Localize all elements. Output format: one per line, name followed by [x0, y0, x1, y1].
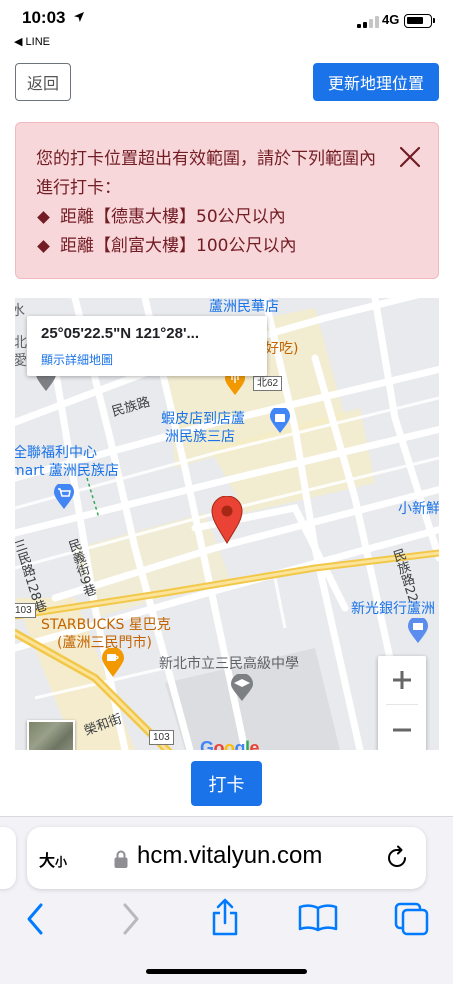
- zoom-in-button[interactable]: [378, 656, 426, 704]
- current-location-pin-icon[interactable]: [211, 496, 243, 544]
- status-bar: 10:03 ◀ LINE 4G: [0, 0, 453, 54]
- update-location-button[interactable]: 更新地理位置: [313, 63, 439, 101]
- safari-toolbar: 大小 hcm.vitalyun.com: [0, 816, 453, 984]
- map-coordinates: 25°05'22.5"N 121°28'...: [41, 325, 200, 342]
- map-label-shrimp-shop-2[interactable]: 洲民族三店: [165, 426, 235, 446]
- cellular-signal-icon: [357, 16, 379, 28]
- lock-icon: [114, 850, 128, 868]
- text-size-button[interactable]: 大小: [39, 847, 67, 871]
- back-button[interactable]: 返回: [15, 63, 71, 101]
- road-shield-103-b: 103: [149, 730, 174, 745]
- school-poi-icon[interactable]: [230, 674, 254, 702]
- minus-icon: [393, 728, 411, 732]
- alert-range-item: 距離【創富大樓】100公尺以內: [36, 232, 296, 261]
- reload-icon[interactable]: [384, 845, 410, 871]
- map-label-edge-3: 愛: [15, 353, 27, 369]
- map-label-starbucks-1[interactable]: STARBUCKS 星巴克: [41, 614, 171, 634]
- punch-in-button[interactable]: 打卡: [191, 761, 262, 806]
- map-label-pxmart-2[interactable]: mart 蘆洲民族店: [15, 460, 119, 480]
- tabs-icon[interactable]: [393, 901, 431, 937]
- out-of-range-alert: 您的打卡位置超出有效範圍，請於下列範圍內進行打卡： 距離【德惠大樓】50公尺以內…: [15, 122, 439, 279]
- previous-tab-card[interactable]: [0, 827, 16, 889]
- zoom-out-button[interactable]: [378, 706, 426, 750]
- map-label-sanmin-high-school[interactable]: 新北市立三民高級中學: [159, 653, 299, 673]
- shopping-bag-poi-icon[interactable]: [269, 408, 291, 434]
- map-label-shrimp-shop-1[interactable]: 蝦皮店到店蘆: [161, 408, 245, 428]
- bank-poi-icon[interactable]: [407, 618, 429, 644]
- back-arrow-icon[interactable]: [24, 901, 46, 937]
- address-bar[interactable]: 大小 hcm.vitalyun.com: [27, 827, 426, 889]
- zoom-divider: [386, 704, 418, 705]
- road-shield-103-a: 103: [15, 603, 36, 618]
- map-label-lujhou-minhua[interactable]: 蘆洲民華店: [209, 298, 279, 316]
- road-shield-bei62: 北62: [253, 376, 283, 391]
- alert-range-list: 距離【德惠大樓】50公尺以內 距離【創富大樓】100公尺以內: [36, 203, 296, 261]
- network-type: 4G: [382, 12, 400, 27]
- satellite-view-toggle[interactable]: [27, 720, 75, 750]
- zoom-controls: [378, 656, 426, 750]
- plus-icon: [393, 671, 411, 689]
- google-logo: Google: [200, 738, 260, 750]
- close-icon[interactable]: [398, 145, 422, 169]
- diamond-bullet-icon: [37, 240, 50, 253]
- map-label-haochi[interactable]: 好吃): [265, 338, 298, 358]
- forward-arrow-icon[interactable]: [120, 901, 142, 937]
- url-text[interactable]: hcm.vitalyun.com: [137, 842, 322, 870]
- share-icon[interactable]: [210, 897, 240, 937]
- location-arrow-icon: [74, 12, 84, 22]
- alert-message: 您的打卡位置超出有效範圍，請於下列範圍內進行打卡：: [36, 149, 376, 198]
- view-larger-map-link[interactable]: 顯示詳細地圖: [41, 351, 113, 368]
- map-label-shinkong-bank[interactable]: 新光銀行蘆洲: [351, 598, 435, 618]
- status-time: 10:03: [22, 8, 66, 27]
- diamond-bullet-icon: [37, 211, 50, 224]
- page: 10:03 ◀ LINE 4G 返回 更新地理位置 您的打卡位置超出有效範圍，請…: [0, 0, 453, 984]
- map-label-pxmart-1[interactable]: 全聯福利中心: [15, 442, 97, 462]
- battery-icon: [404, 14, 435, 28]
- alert-range-item: 距離【德惠大樓】50公尺以內: [36, 203, 296, 232]
- map-info-card: 25°05'22.5"N 121°28'... 顯示詳細地圖: [27, 316, 267, 376]
- back-to-app-link[interactable]: ◀ LINE: [14, 35, 50, 48]
- bookmarks-icon[interactable]: [298, 903, 338, 933]
- cafe-poi-icon[interactable]: [101, 648, 125, 678]
- map-label-edge-2: 北: [15, 335, 27, 351]
- home-indicator[interactable]: [146, 969, 307, 974]
- map-label-edge-1: 水: [15, 303, 25, 319]
- location-map[interactable]: 蘆洲民華店 好吃) 北62 民族路 蝦皮店到店蘆 洲民族三店 全聯福利中心 ma…: [15, 298, 439, 750]
- shopping-cart-poi-icon[interactable]: [53, 484, 75, 510]
- map-label-xiaoxin[interactable]: 小新鮮: [398, 498, 439, 518]
